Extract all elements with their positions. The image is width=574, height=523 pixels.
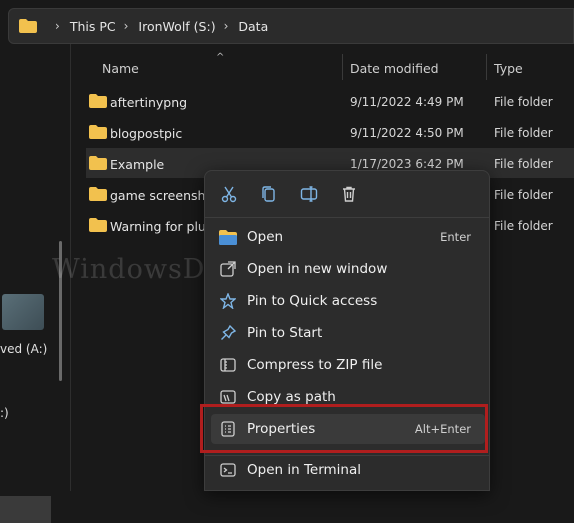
- open-folder-icon: [219, 228, 237, 246]
- file-type: File folder: [494, 95, 553, 109]
- file-date: 1/17/2023 6:42 PM: [350, 157, 464, 171]
- menu-item-open[interactable]: Open Enter: [211, 222, 485, 252]
- column-date-modified[interactable]: Date modified: [350, 61, 439, 76]
- file-name: Example: [110, 157, 165, 172]
- nav-item-partial[interactable]: :): [0, 406, 9, 420]
- folder-icon: [89, 125, 107, 139]
- menu-item-label: Compress to ZIP file: [247, 357, 383, 373]
- file-name: game screenshot: [110, 188, 218, 203]
- column-header: ^ Name Date modified Type: [70, 44, 574, 86]
- menu-item-pin-start[interactable]: Pin to Start: [211, 318, 485, 348]
- file-name: aftertinypng: [110, 95, 188, 110]
- nav-item-selected[interactable]: [0, 496, 51, 523]
- file-row[interactable]: aftertinypng 9/11/2022 4:49 PM File fold…: [86, 86, 574, 116]
- chevron-right-icon: ›: [223, 19, 229, 33]
- file-date: 9/11/2022 4:49 PM: [350, 95, 464, 109]
- folder-icon: [89, 218, 107, 232]
- folder-icon: [89, 187, 107, 201]
- chevron-right-icon: ›: [55, 19, 60, 33]
- nav-scrollbar[interactable]: [59, 241, 62, 381]
- file-name: Warning for plugi: [110, 219, 218, 234]
- highlight-box: [200, 404, 488, 453]
- column-type[interactable]: Type: [494, 61, 523, 76]
- breadcrumb-data[interactable]: Data: [238, 19, 268, 34]
- zip-icon: [219, 356, 237, 374]
- menu-item-open-new-window[interactable]: Open in new window: [211, 254, 485, 284]
- copy-icon[interactable]: [258, 183, 280, 205]
- file-row[interactable]: blogpostpic 9/11/2022 4:50 PM File folde…: [86, 117, 574, 147]
- menu-item-label: Pin to Quick access: [247, 293, 378, 309]
- terminal-icon: [219, 461, 237, 479]
- menu-item-compress-zip[interactable]: Compress to ZIP file: [211, 350, 485, 380]
- menu-item-label: Open in Terminal: [247, 462, 361, 478]
- menu-item-label: Pin to Start: [247, 325, 323, 341]
- drive-icon: [2, 294, 44, 330]
- file-type: File folder: [494, 126, 553, 140]
- breadcrumb: › This PC › IronWolf (S:) › Data: [47, 19, 268, 34]
- breadcrumb-drive[interactable]: IronWolf (S:): [138, 19, 215, 34]
- column-divider[interactable]: [342, 54, 343, 80]
- pin-icon: [219, 292, 237, 310]
- file-type: File folder: [494, 188, 553, 202]
- folder-icon: [89, 94, 107, 108]
- file-date: 9/11/2022 4:50 PM: [350, 126, 464, 140]
- column-name[interactable]: Name: [102, 61, 139, 76]
- file-name: blogpostpic: [110, 126, 183, 141]
- new-window-icon: [219, 260, 237, 278]
- pin-start-icon: [219, 324, 237, 342]
- menu-item-shortcut: Enter: [440, 230, 471, 244]
- folder-icon: [89, 156, 107, 170]
- breadcrumb-this-pc[interactable]: This PC: [70, 19, 116, 34]
- sort-up-icon: ^: [216, 52, 225, 63]
- column-divider[interactable]: [486, 54, 487, 80]
- address-bar[interactable]: › This PC › IronWolf (S:) › Data: [8, 8, 574, 44]
- menu-item-open-terminal[interactable]: Open in Terminal: [211, 455, 485, 485]
- cut-icon[interactable]: [218, 183, 240, 205]
- file-type: File folder: [494, 219, 553, 233]
- folder-icon: [19, 19, 37, 33]
- file-type: File folder: [494, 157, 553, 171]
- menu-separator: [205, 217, 489, 218]
- chevron-right-icon: ›: [123, 19, 129, 33]
- menu-item-pin-quick-access[interactable]: Pin to Quick access: [211, 286, 485, 316]
- menu-item-label: Copy as path: [247, 389, 336, 405]
- menu-item-label: Open: [247, 229, 284, 245]
- rename-icon[interactable]: [298, 183, 320, 205]
- navigation-pane: ved (A:) :): [0, 44, 70, 523]
- menu-item-label: Open in new window: [247, 261, 388, 277]
- delete-icon[interactable]: [338, 183, 360, 205]
- nav-item-drive-a[interactable]: ved (A:): [0, 342, 47, 356]
